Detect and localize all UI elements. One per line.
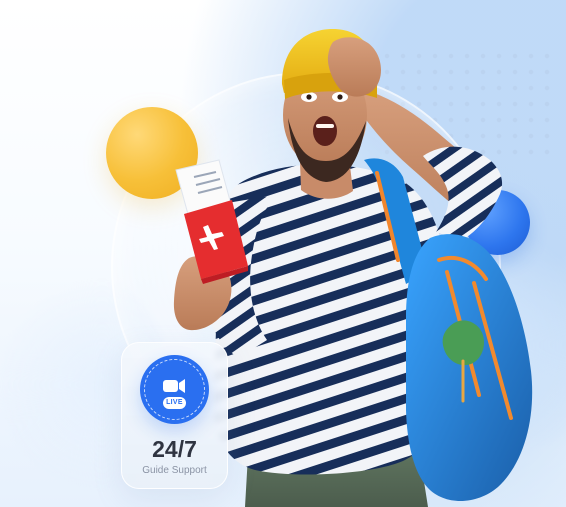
right-pupil — [337, 94, 343, 100]
live-label: LIVE — [163, 397, 186, 409]
travel-hero-visual: LIVE 24/7 Guide Support — [0, 0, 566, 507]
support-card: LIVE 24/7 Guide Support — [121, 342, 228, 489]
live-video-badge: LIVE — [140, 355, 209, 424]
video-camera-icon — [163, 379, 185, 393]
open-mouth — [313, 116, 337, 146]
traveler-illustration — [173, 29, 533, 507]
teeth — [316, 124, 334, 128]
left-pupil — [306, 94, 312, 100]
backpack — [406, 234, 533, 502]
support-caption: Guide Support — [142, 465, 207, 476]
support-hours: 24/7 — [152, 436, 197, 462]
